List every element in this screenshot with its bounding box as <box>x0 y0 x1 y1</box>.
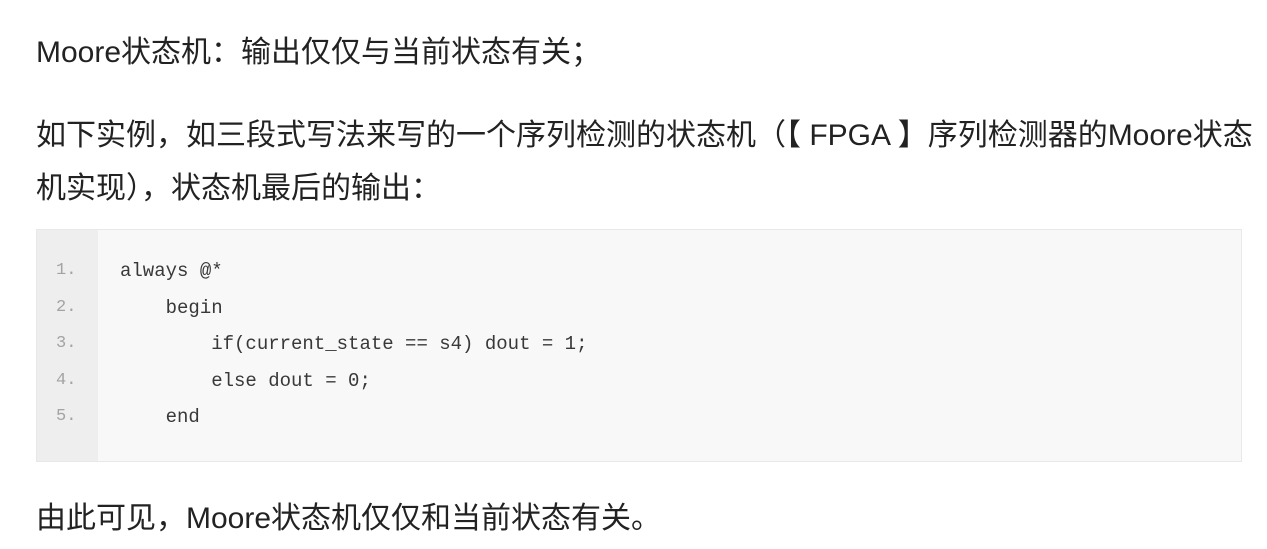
line-number-gutter: 1. 2. 3. 4. 5. <box>37 230 98 461</box>
paragraph-moore-definition: Moore状态机：输出仅仅与当前状态有关； <box>36 36 602 69</box>
line-number: 4. <box>56 370 77 390</box>
paragraph-conclusion: 由此可见，Moore状态机仅仅和当前状态有关。 <box>36 501 662 535</box>
paragraph-example-intro: 如下实例，如三段式写法来写的一个序列检测的状态机（【 FPGA 】序列检测器的M… <box>36 119 1253 205</box>
line-number: 1. <box>56 261 77 280</box>
code-block: 1. 2. 3. 4. 5. always @* begin if(curren… <box>36 229 1242 462</box>
code-line: always @* <box>120 260 223 282</box>
line-number: 2. <box>56 297 77 317</box>
code-line: end <box>120 406 200 428</box>
code-line: else dout = 0; <box>120 369 371 392</box>
article-content: Moore状态机：输出仅仅与当前状态有关； 如下实例，如三段式写法来写的一个序列… <box>0 0 1267 549</box>
code-content: always @* begin if(current_state == s4) … <box>98 230 1241 461</box>
code-line: if(current_state == s4) dout = 1; <box>120 333 588 355</box>
code-line: begin <box>120 296 223 319</box>
line-number: 3. <box>56 334 77 353</box>
line-number: 5. <box>56 407 77 426</box>
